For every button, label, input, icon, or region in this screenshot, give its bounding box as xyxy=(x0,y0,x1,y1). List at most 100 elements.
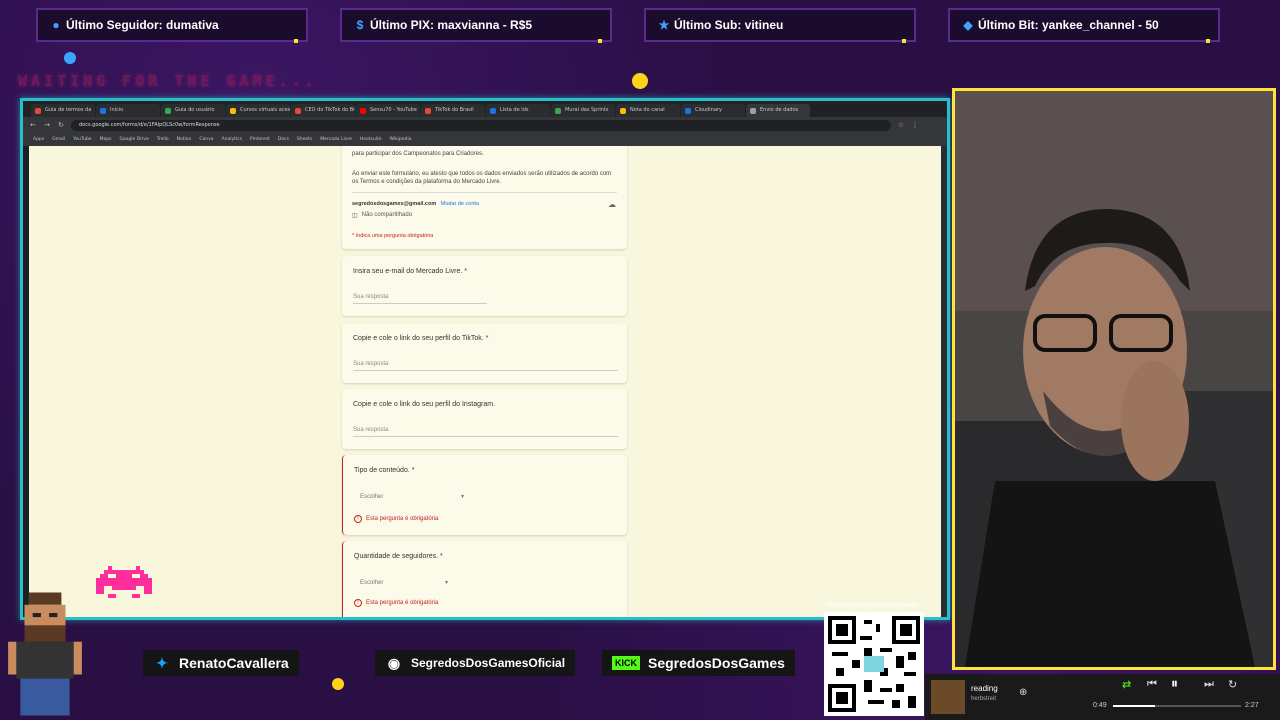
browser-tab[interactable]: Guia de termos da xyxy=(31,104,95,117)
previous-icon[interactable]: ⏮ xyxy=(1147,678,1157,691)
question-card: Copie e cole o link do seu perfil do Ins… xyxy=(342,389,627,449)
browser-tab[interactable]: Cloudinary xyxy=(681,104,745,117)
browser-tab[interactable]: Nota do canal xyxy=(616,104,680,117)
webcam-feed xyxy=(952,88,1276,670)
form-header-card: para participar dos Campeonatos para Cri… xyxy=(342,146,627,249)
favicon-icon xyxy=(35,108,41,114)
error-icon: ! xyxy=(354,515,362,523)
shuffle-icon[interactable]: ⇄ xyxy=(1122,678,1131,691)
answer-input[interactable]: Sua resposta xyxy=(353,361,388,367)
tab-label: Envio de dados xyxy=(760,107,799,113)
question-label: Insira seu e-mail do Mercado Livre. * xyxy=(353,268,467,275)
next-icon[interactable]: ⏭ xyxy=(1204,678,1214,691)
question-label: Tipo de conteúdo. * xyxy=(354,467,415,474)
browser-tab[interactable]: Sensu70 - YouTube xyxy=(356,104,420,117)
bookmark-item[interactable]: Trello xyxy=(157,137,169,142)
content-type-select[interactable]: Escolher ▾ xyxy=(354,490,468,504)
space-invader-icon xyxy=(96,566,152,598)
gem-icon: ◆ xyxy=(963,18,973,32)
twitter-label: RenatoCavallera xyxy=(179,655,289,671)
user-icon: ● xyxy=(52,18,60,32)
alert-label: Último Bit: yankee_channel - 50 xyxy=(978,18,1159,32)
add-icon[interactable]: ⊕ xyxy=(1019,687,1027,698)
kick-handle: KICK SegredosDosGames xyxy=(602,650,795,676)
bookmark-item[interactable]: Mercado Livre xyxy=(320,137,352,142)
browser-tab[interactable]: Início xyxy=(96,104,160,117)
address-input[interactable]: docs.google.com/forms/d/e/1FAIpQLSc0w/fo… xyxy=(71,119,891,131)
followers-select[interactable]: Escolher ▾ xyxy=(354,576,452,590)
browser-tab[interactable]: Guia do usuário xyxy=(161,104,225,117)
error-message: ! Esta pergunta é obrigatória xyxy=(354,599,438,607)
bookmark-item[interactable]: Gmail xyxy=(52,137,65,142)
tab-bar: Guia de termos da Início Guia do usuário Cu… xyxy=(23,101,947,117)
repeat-icon[interactable]: ↻ xyxy=(1228,678,1237,691)
favicon-icon xyxy=(295,108,301,114)
kick-label: SegredosDosGames xyxy=(648,655,785,671)
pixel-mascot xyxy=(8,592,82,716)
bookmarks-bar: Apps Gmail YouTube Maps Google Drive Trello No… xyxy=(23,133,947,146)
music-player: reading herbstreit ⊕ ⇄ ⏮ ⏸ ⏭ ↻ 0:49 2:27 xyxy=(925,674,1280,720)
bookmark-item[interactable]: Notion xyxy=(177,137,192,142)
tab-label: Lista de Ids xyxy=(500,107,529,113)
bookmark-item[interactable]: YouTube xyxy=(73,137,91,142)
album-art xyxy=(931,680,965,714)
lock-icon: ◫ xyxy=(352,213,358,219)
progress-bar[interactable] xyxy=(1113,705,1241,707)
tab-label: Guia do usuário xyxy=(175,107,215,113)
intro-line: Ao enviar este formulário, eu atesto que… xyxy=(352,171,612,185)
switch-account-link[interactable]: Mudar de conta xyxy=(441,201,479,207)
browser-tab[interactable]: Mural das Sprints xyxy=(551,104,615,117)
bookmark-item[interactable]: Hootsuite xyxy=(360,137,382,142)
browser-tab[interactable]: Envio de dados xyxy=(746,104,810,117)
bookmark-item[interactable]: Pinterest xyxy=(250,137,270,142)
tab-label: Início xyxy=(110,107,124,113)
tab-label: TikTok do Brasil xyxy=(435,107,474,113)
bookmark-item[interactable]: Maps xyxy=(100,137,112,142)
twitter-icon: ✦ xyxy=(156,654,168,671)
select-value: Escolher xyxy=(360,494,384,500)
browser-tab[interactable]: Cursos virtuais acess xyxy=(226,104,290,117)
menu-icon[interactable]: ⋮ xyxy=(911,121,919,129)
bookmark-item[interactable]: Docs xyxy=(278,137,289,142)
pause-icon[interactable]: ⏸ xyxy=(1171,675,1178,692)
answer-input[interactable]: Sua resposta xyxy=(353,427,388,433)
reload-icon[interactable]: ↻ xyxy=(57,121,65,129)
caret-down-icon: ▾ xyxy=(460,494,464,500)
star-icon[interactable]: ☆ xyxy=(897,121,905,129)
alert-label: Último Sub: vitineu xyxy=(674,18,784,32)
bookmark-item[interactable]: Analytics xyxy=(222,137,242,142)
answer-input[interactable]: Sua resposta xyxy=(353,294,388,300)
browser-tab[interactable]: CEO do TikTok do Bra xyxy=(291,104,355,117)
browser-tab[interactable]: TikTok do Brasil xyxy=(421,104,485,117)
bookmark-item[interactable]: Canva xyxy=(199,137,213,142)
last-sub-alert: ★ Último Sub: vitineu xyxy=(644,8,916,43)
tab-label: Cloudinary xyxy=(695,107,722,113)
bookmark-item[interactable]: Sheets xyxy=(297,137,312,142)
favicon-icon xyxy=(100,108,106,114)
caret-down-icon: ▾ xyxy=(444,580,448,586)
track-artist: herbstreit xyxy=(971,696,997,702)
back-icon[interactable]: ← xyxy=(29,121,37,129)
alert-label: Último Seguidor: dumativa xyxy=(66,18,219,32)
forward-icon[interactable]: → xyxy=(43,121,51,129)
last-follower-alert: ● Último Seguidor: dumativa xyxy=(36,8,308,43)
bookmark-item[interactable]: Apps xyxy=(33,137,44,142)
favicon-icon xyxy=(165,108,171,114)
browser-window: Guia de termos da Início Guia do usuário Cu… xyxy=(20,98,950,620)
browser-tab[interactable]: Lista de Ids xyxy=(486,104,550,117)
instagram-handle: ◉ SegredosDosGamesOficial xyxy=(375,650,576,676)
orb-icon xyxy=(64,52,76,64)
intro-line: para participar dos Campeonatos para Cri… xyxy=(352,151,484,157)
required-note: * Indica uma pergunta obrigatória xyxy=(352,233,434,239)
cloud-icon: ☁ xyxy=(608,200,616,209)
tab-label: Sensu70 - YouTube xyxy=(370,107,417,113)
track-duration: 2:27 xyxy=(1245,702,1259,709)
error-icon: ! xyxy=(354,599,362,607)
qr-caption: livepix.gg/segredosdosgames xyxy=(826,602,919,609)
bookmark-item[interactable]: Google Drive xyxy=(119,137,148,142)
question-card: Insira seu e-mail do Mercado Livre. * Su… xyxy=(342,256,627,316)
scrollbar[interactable] xyxy=(941,146,947,617)
form-page: para participar dos Campeonatos para Cri… xyxy=(29,146,941,617)
tab-label: Guia de termos da xyxy=(45,107,92,113)
bookmark-item[interactable]: Wikipedia xyxy=(390,137,412,142)
